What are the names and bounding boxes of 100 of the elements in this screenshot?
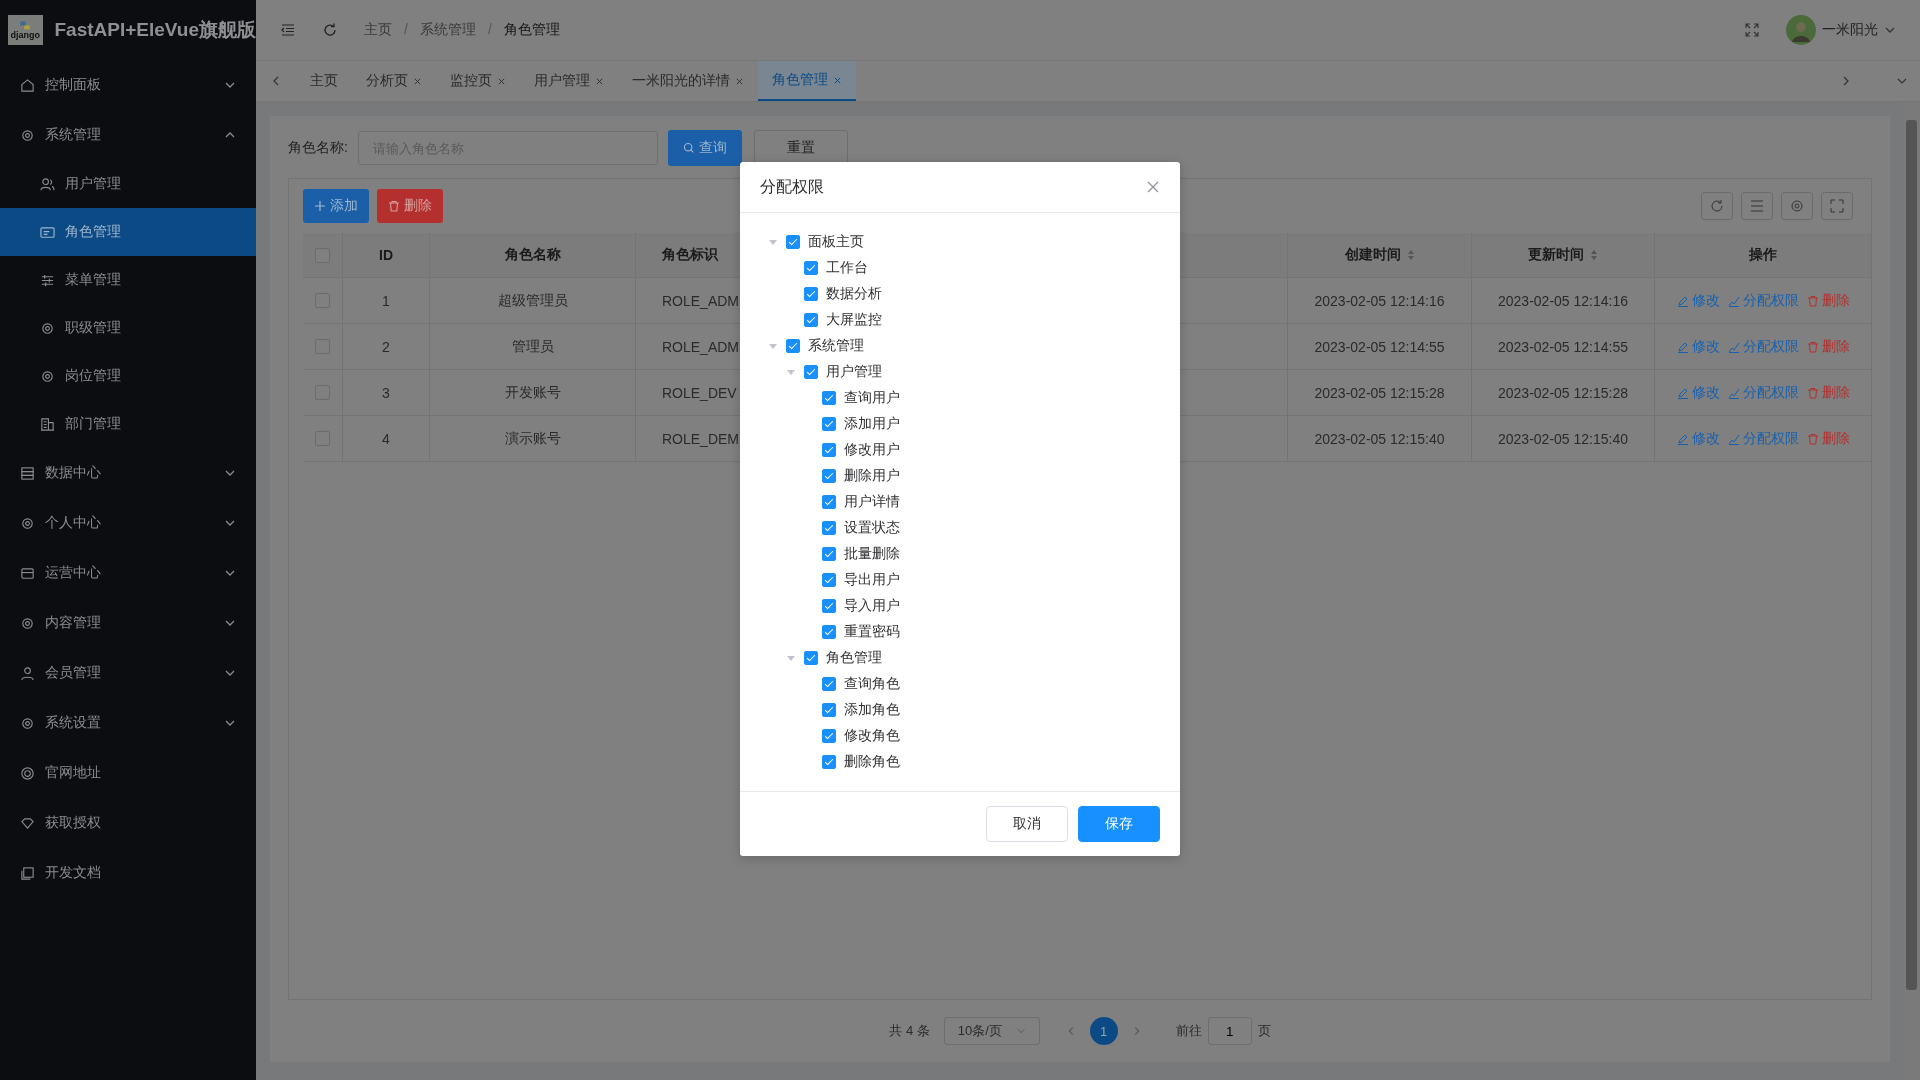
close-icon[interactable]: [735, 76, 744, 86]
cancel-button[interactable]: 取消: [986, 806, 1068, 842]
page-number[interactable]: 1: [1089, 1017, 1118, 1045]
checkbox[interactable]: [822, 729, 836, 743]
tree-node-label[interactable]: 修改用户: [844, 441, 900, 459]
tree-node-label[interactable]: 查询用户: [844, 389, 900, 407]
sidebar-item[interactable]: 系统管理: [0, 110, 256, 160]
tree-node-label[interactable]: 导出用户: [844, 571, 900, 589]
page-tab[interactable]: 分析页: [352, 61, 436, 101]
caret-icon[interactable]: [768, 341, 778, 351]
caret-icon[interactable]: [786, 367, 796, 377]
close-icon[interactable]: [413, 76, 422, 86]
checkbox[interactable]: [822, 391, 836, 405]
fullscreen-icon[interactable]: [1821, 192, 1853, 220]
sidebar-item[interactable]: 内容管理: [0, 598, 256, 648]
sidebar-item[interactable]: 开发文档: [0, 848, 256, 898]
checkbox[interactable]: [804, 261, 818, 275]
sidebar-item[interactable]: 角色管理: [0, 208, 256, 256]
checkbox[interactable]: [822, 677, 836, 691]
sidebar-item[interactable]: 控制面板: [0, 60, 256, 110]
sort-icon[interactable]: [1406, 249, 1415, 261]
checkbox[interactable]: [822, 755, 836, 769]
checkbox[interactable]: [822, 547, 836, 561]
checkbox[interactable]: [804, 287, 818, 301]
checkbox[interactable]: [822, 625, 836, 639]
checkbox[interactable]: [822, 703, 836, 717]
pencil-icon: [1676, 386, 1689, 399]
sidebar-item[interactable]: 部门管理: [0, 400, 256, 448]
caret-icon[interactable]: [786, 653, 796, 663]
plus-icon: [314, 200, 326, 212]
refresh-icon[interactable]: [322, 22, 338, 38]
column-header: 创建时间: [1344, 246, 1401, 264]
density-icon[interactable]: [1741, 192, 1773, 220]
checkbox[interactable]: [822, 521, 836, 535]
tree-node-label[interactable]: 删除用户: [844, 467, 900, 485]
tree-node-label[interactable]: 系统管理: [808, 337, 864, 355]
tree-node-label[interactable]: 批量删除: [844, 545, 900, 563]
add-button[interactable]: 添加: [303, 189, 369, 223]
checkbox[interactable]: [804, 313, 818, 327]
table-cell: 超级管理员: [497, 291, 568, 310]
checkbox[interactable]: [822, 599, 836, 613]
tree-node-label[interactable]: 导入用户: [844, 597, 900, 615]
refresh-icon[interactable]: [1701, 192, 1733, 220]
sidebar-item[interactable]: 用户管理: [0, 160, 256, 208]
sidebar-item[interactable]: 岗位管理: [0, 352, 256, 400]
tree-node-label[interactable]: 添加角色: [844, 701, 900, 719]
page-tab[interactable]: 监控页: [436, 61, 520, 101]
checkbox[interactable]: [822, 495, 836, 509]
caret-icon[interactable]: [768, 237, 778, 247]
page-tab[interactable]: 主页: [296, 61, 352, 101]
tree-node-label[interactable]: 重置密码: [844, 623, 900, 641]
sidebar-item[interactable]: 获取授权: [0, 798, 256, 848]
tree-node-label[interactable]: 用户管理: [826, 363, 882, 381]
tree-node-label[interactable]: 用户详情: [844, 493, 900, 511]
close-icon[interactable]: [497, 76, 506, 86]
query-button[interactable]: 查询: [667, 130, 742, 166]
page-input[interactable]: 1: [1207, 1017, 1252, 1045]
tree-node-label[interactable]: 面板主页: [808, 233, 864, 251]
page-tab[interactable]: 用户管理: [520, 61, 618, 101]
checkbox[interactable]: [822, 443, 836, 457]
sidebar-item[interactable]: 官网地址: [0, 748, 256, 798]
sidebar-item[interactable]: 职级管理: [0, 304, 256, 352]
page-size-select[interactable]: 10条/页: [943, 1017, 1040, 1045]
tree-node-label[interactable]: 添加用户: [844, 415, 900, 433]
checkbox[interactable]: [822, 469, 836, 483]
home-icon: [20, 77, 35, 93]
checkbox[interactable]: [822, 573, 836, 587]
checkbox[interactable]: [786, 339, 800, 353]
save-button[interactable]: 保存: [1078, 806, 1160, 842]
sidebar-item[interactable]: 运营中心: [0, 548, 256, 598]
user-name[interactable]: 一米阳光: [1822, 21, 1878, 39]
sidebar-item[interactable]: 系统设置: [0, 698, 256, 748]
sidebar-item[interactable]: 数据中心: [0, 448, 256, 498]
sidebar-item[interactable]: 菜单管理: [0, 256, 256, 304]
close-icon[interactable]: [833, 75, 842, 85]
settings-icon[interactable]: [1781, 192, 1813, 220]
close-icon[interactable]: [1146, 180, 1160, 194]
tree-node-label[interactable]: 查询角色: [844, 675, 900, 693]
table-cell: 演示账号: [504, 429, 561, 448]
sidebar-item[interactable]: 会员管理: [0, 648, 256, 698]
menu-fold-icon[interactable]: [280, 22, 296, 38]
tree-node-label[interactable]: 工作台: [826, 259, 868, 277]
tree-node-label[interactable]: 修改角色: [844, 727, 900, 745]
tree-node-label[interactable]: 大屏监控: [826, 311, 882, 329]
checkbox[interactable]: [804, 365, 818, 379]
sort-icon[interactable]: [1590, 249, 1598, 261]
fullscreen-icon[interactable]: [1744, 22, 1760, 38]
checkbox[interactable]: [804, 651, 818, 665]
tree-node-label[interactable]: 角色管理: [826, 649, 882, 667]
tree-node-label[interactable]: 设置状态: [844, 519, 900, 537]
avatar-icon[interactable]: [1786, 15, 1816, 45]
trash-icon: [1806, 340, 1819, 353]
close-icon[interactable]: [595, 76, 604, 86]
page-tab[interactable]: 一米阳光的详情: [618, 61, 758, 101]
checkbox[interactable]: [786, 235, 800, 249]
tree-node-label[interactable]: 数据分析: [826, 285, 882, 303]
table-cell: ROLE_ADM: [662, 338, 740, 355]
sidebar-item[interactable]: 个人中心: [0, 498, 256, 548]
checkbox[interactable]: [822, 417, 836, 431]
tree-node-label[interactable]: 删除角色: [844, 753, 900, 771]
